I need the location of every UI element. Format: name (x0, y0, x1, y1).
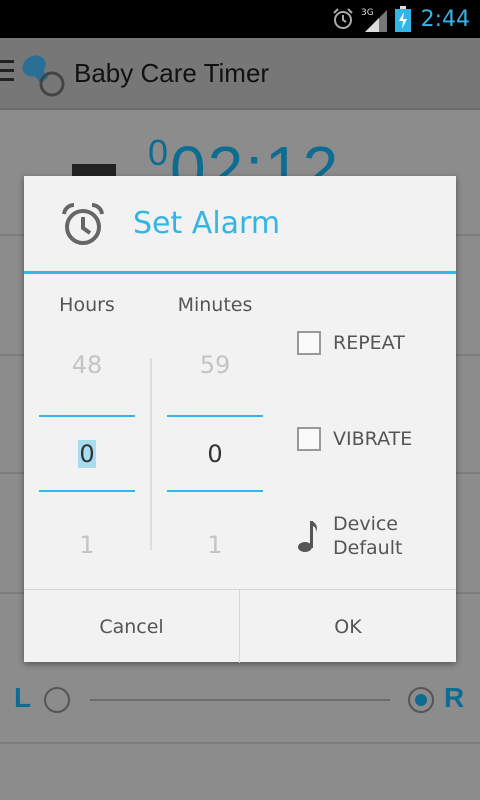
timer-superscript: 0 (148, 132, 171, 173)
cancel-button[interactable]: Cancel (24, 590, 239, 663)
vibrate-option[interactable]: VIBRATE (297, 427, 412, 451)
right-label: R (444, 682, 465, 713)
picker-divider (150, 358, 152, 550)
dialog-header: Set Alarm (24, 176, 456, 274)
minutes-current-value[interactable]: 0 (167, 440, 263, 468)
minutes-next-value[interactable]: 1 (167, 531, 263, 559)
vibrate-checkbox[interactable] (297, 427, 321, 451)
music-note-icon (298, 521, 317, 552)
ringtone-option[interactable]: Device Default (297, 512, 413, 560)
ringtone-line-1: Device (333, 513, 398, 535)
action-bar: Baby Care Timer (0, 38, 480, 110)
repeat-option[interactable]: REPEAT (297, 331, 405, 355)
hours-prev-value[interactable]: 48 (39, 351, 135, 379)
pacifier-icon[interactable] (18, 50, 68, 100)
minutes-picker-line-bottom (167, 490, 263, 492)
vibrate-label: VIBRATE (333, 428, 413, 450)
status-bar: 3G 2:44 (0, 0, 480, 38)
hours-next-value[interactable]: 1 (39, 531, 135, 559)
network-type-label: 3G (361, 8, 374, 18)
minutes-prev-value[interactable]: 59 (167, 351, 263, 379)
repeat-label: REPEAT (333, 332, 405, 354)
left-radio[interactable] (44, 687, 70, 713)
repeat-checkbox[interactable] (297, 331, 321, 355)
ringtone-label: Device Default (333, 512, 413, 560)
minutes-picker-line-top (167, 415, 263, 417)
hours-current-value[interactable]: 0 (78, 440, 96, 468)
status-time: 2:44 (420, 6, 470, 32)
dialog-buttons: Cancel OK (24, 589, 456, 663)
alarm-icon (332, 8, 353, 29)
hours-picker-line-bottom (39, 490, 135, 492)
ringtone-line-2: Default (333, 537, 403, 559)
hours-picker-line-top (39, 415, 135, 417)
menu-icon[interactable] (0, 60, 14, 84)
divider (0, 742, 480, 744)
side-selector: L R (0, 682, 480, 718)
right-radio[interactable] (408, 687, 434, 713)
ok-button[interactable]: OK (240, 590, 456, 663)
minutes-label: Minutes (177, 294, 253, 316)
hours-input[interactable]: 0 (39, 440, 135, 468)
side-line (90, 699, 390, 701)
battery-charging-icon (394, 6, 411, 32)
status-icons: 3G 2:44 (331, 0, 470, 38)
hours-label: Hours (59, 294, 115, 316)
app-title: Baby Care Timer (74, 58, 270, 88)
set-alarm-dialog: Set Alarm Hours 48 0 1 Minutes 59 0 1 RE… (24, 176, 456, 663)
signal-icon: 3G (361, 8, 387, 32)
left-label: L (14, 682, 32, 713)
dialog-title: Set Alarm (133, 206, 281, 241)
alarm-clock-icon (62, 202, 104, 245)
